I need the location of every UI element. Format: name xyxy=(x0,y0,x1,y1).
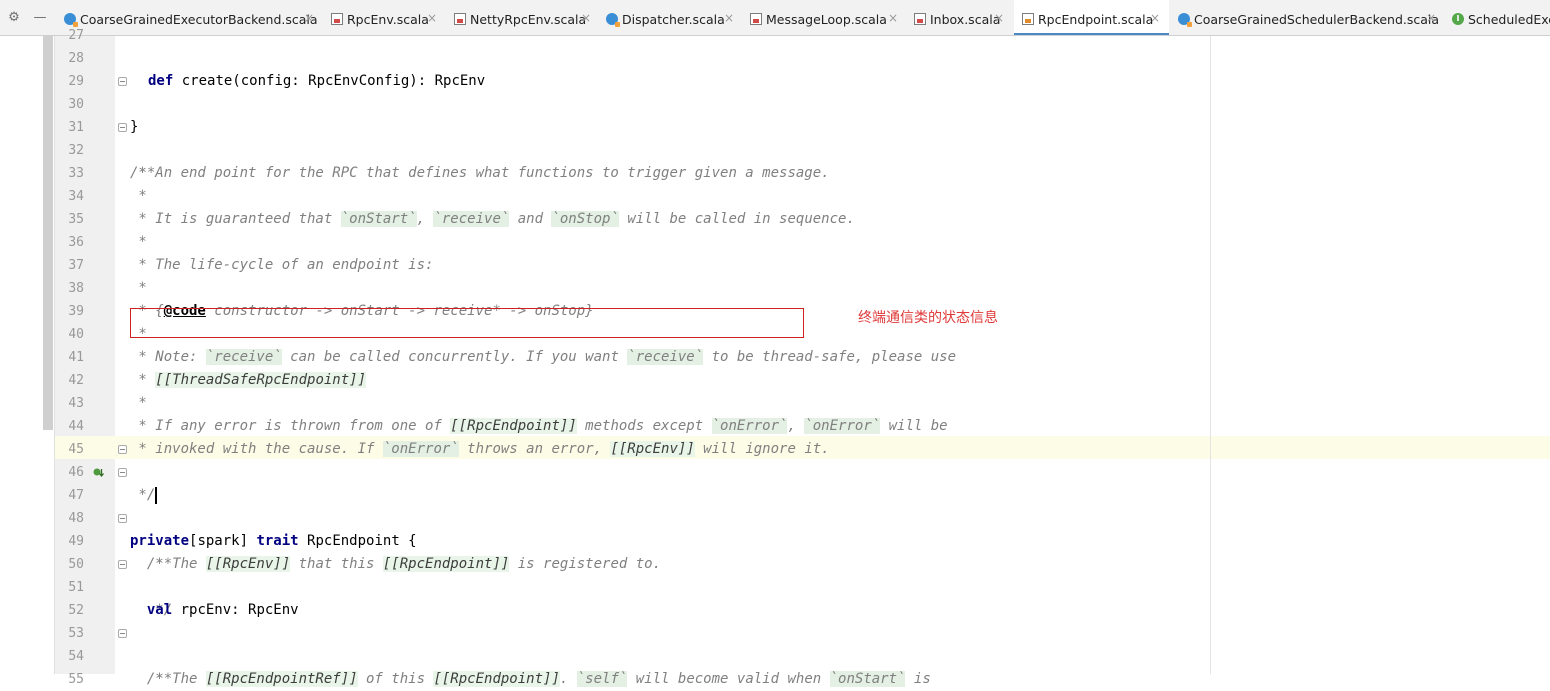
code-line: 27 xyxy=(0,24,1550,47)
line-number: 32 xyxy=(68,143,84,158)
code-line: 47 xyxy=(0,484,1550,507)
fold-marker-icon[interactable] xyxy=(118,468,127,477)
close-icon[interactable]: × xyxy=(1150,11,1160,25)
line-number: 30 xyxy=(68,97,84,112)
code-line: 51 val rpcEnv: RpcEnv xyxy=(0,576,1550,618)
code-line: 34 * It is guaranteed that `onStart`, `r… xyxy=(0,185,1550,227)
code-line: 28 def create(config: RpcEnvConfig): Rpc… xyxy=(0,47,1550,89)
code-line: 54 * The [[RpcEndpointRef]] of this [[Rp… xyxy=(0,645,1550,687)
code-line: 31 /** xyxy=(0,116,1550,181)
fold-marker-icon[interactable] xyxy=(118,445,127,454)
line-number: 48 xyxy=(68,511,84,526)
code-line: 48 /** xyxy=(0,507,1550,572)
line-number: 55 xyxy=(68,672,84,687)
line-number: 39 xyxy=(68,304,84,319)
line-number: 33 xyxy=(68,166,84,181)
line-number: 29 xyxy=(68,74,84,89)
line-number: 51 xyxy=(68,580,84,595)
code-line: 41 * [[ThreadSafeRpcEndpoint]] xyxy=(0,346,1550,388)
implemented-by-icon[interactable] xyxy=(93,467,104,478)
code-line: 50 */ xyxy=(0,553,1550,618)
code-line-current: 45 */ xyxy=(0,438,1550,504)
fold-marker-icon[interactable] xyxy=(118,123,127,132)
close-icon[interactable]: × xyxy=(581,11,591,25)
fold-marker-icon[interactable] xyxy=(118,77,127,86)
code-line: 32 * An end point for the RPC that defin… xyxy=(0,139,1550,181)
code-line: 49 * The [[RpcEnv]] that this [[RpcEndpo… xyxy=(0,530,1550,572)
code-line: 29 } xyxy=(0,70,1550,135)
fold-marker-icon[interactable] xyxy=(118,629,127,638)
code-line: 55 xyxy=(0,668,1550,691)
annotation-note: 终端通信类的状态信息 xyxy=(858,310,998,326)
annotation-highlight-box xyxy=(130,308,804,338)
line-number: 40 xyxy=(68,327,84,342)
line-number: 54 xyxy=(68,649,84,664)
line-number: 38 xyxy=(68,281,84,296)
line-number: 45 xyxy=(68,442,84,457)
line-number: 47 xyxy=(68,488,84,503)
code-line: 35 * xyxy=(0,208,1550,250)
line-number: 36 xyxy=(68,235,84,250)
code-line: 44 * invoked with the cause. If `onError… xyxy=(0,415,1550,457)
line-number: 41 xyxy=(68,350,84,365)
line-number: 42 xyxy=(68,373,84,388)
code-line: 30 xyxy=(0,93,1550,116)
close-icon[interactable]: × xyxy=(304,11,314,25)
fold-marker-icon[interactable] xyxy=(118,514,127,523)
close-icon[interactable]: × xyxy=(994,11,1004,25)
code-line: 42 * xyxy=(0,369,1550,411)
close-icon[interactable]: × xyxy=(1426,11,1436,25)
code-line: 53 /** xyxy=(0,622,1550,687)
line-number: 52 xyxy=(68,603,84,618)
line-number: 50 xyxy=(68,557,84,572)
line-number: 43 xyxy=(68,396,84,411)
code-line: 43 * If any error is thrown from one of … xyxy=(0,392,1550,434)
code-editor[interactable]: 27 28 def create(config: RpcEnvConfig): … xyxy=(0,28,1550,687)
line-number: 35 xyxy=(68,212,84,227)
code-line: 38 * {@code constructor -> onStart -> re… xyxy=(0,277,1550,319)
line-number: 27 xyxy=(68,28,84,43)
line-number: 44 xyxy=(68,419,84,434)
code-line: 37 * xyxy=(0,254,1550,296)
fold-marker-icon[interactable] xyxy=(118,560,127,569)
line-number: 46 xyxy=(68,465,84,480)
code-line: 33 * xyxy=(0,162,1550,204)
line-number: 28 xyxy=(68,51,84,66)
code-line: 52 xyxy=(0,599,1550,622)
close-icon[interactable]: × xyxy=(724,11,734,25)
code-lines: 27 28 def create(config: RpcEnvConfig): … xyxy=(0,24,1550,691)
line-number: 49 xyxy=(68,534,84,549)
code-line: 36 * The life-cycle of an endpoint is: xyxy=(0,231,1550,273)
line-number: 31 xyxy=(68,120,84,135)
close-icon[interactable]: × xyxy=(427,11,437,25)
line-number: 53 xyxy=(68,626,84,641)
close-icon[interactable]: × xyxy=(888,11,898,25)
code-line: 46 private[spark] trait RpcEndpoint { xyxy=(0,461,1550,549)
line-number: 37 xyxy=(68,258,84,273)
line-number: 34 xyxy=(68,189,84,204)
